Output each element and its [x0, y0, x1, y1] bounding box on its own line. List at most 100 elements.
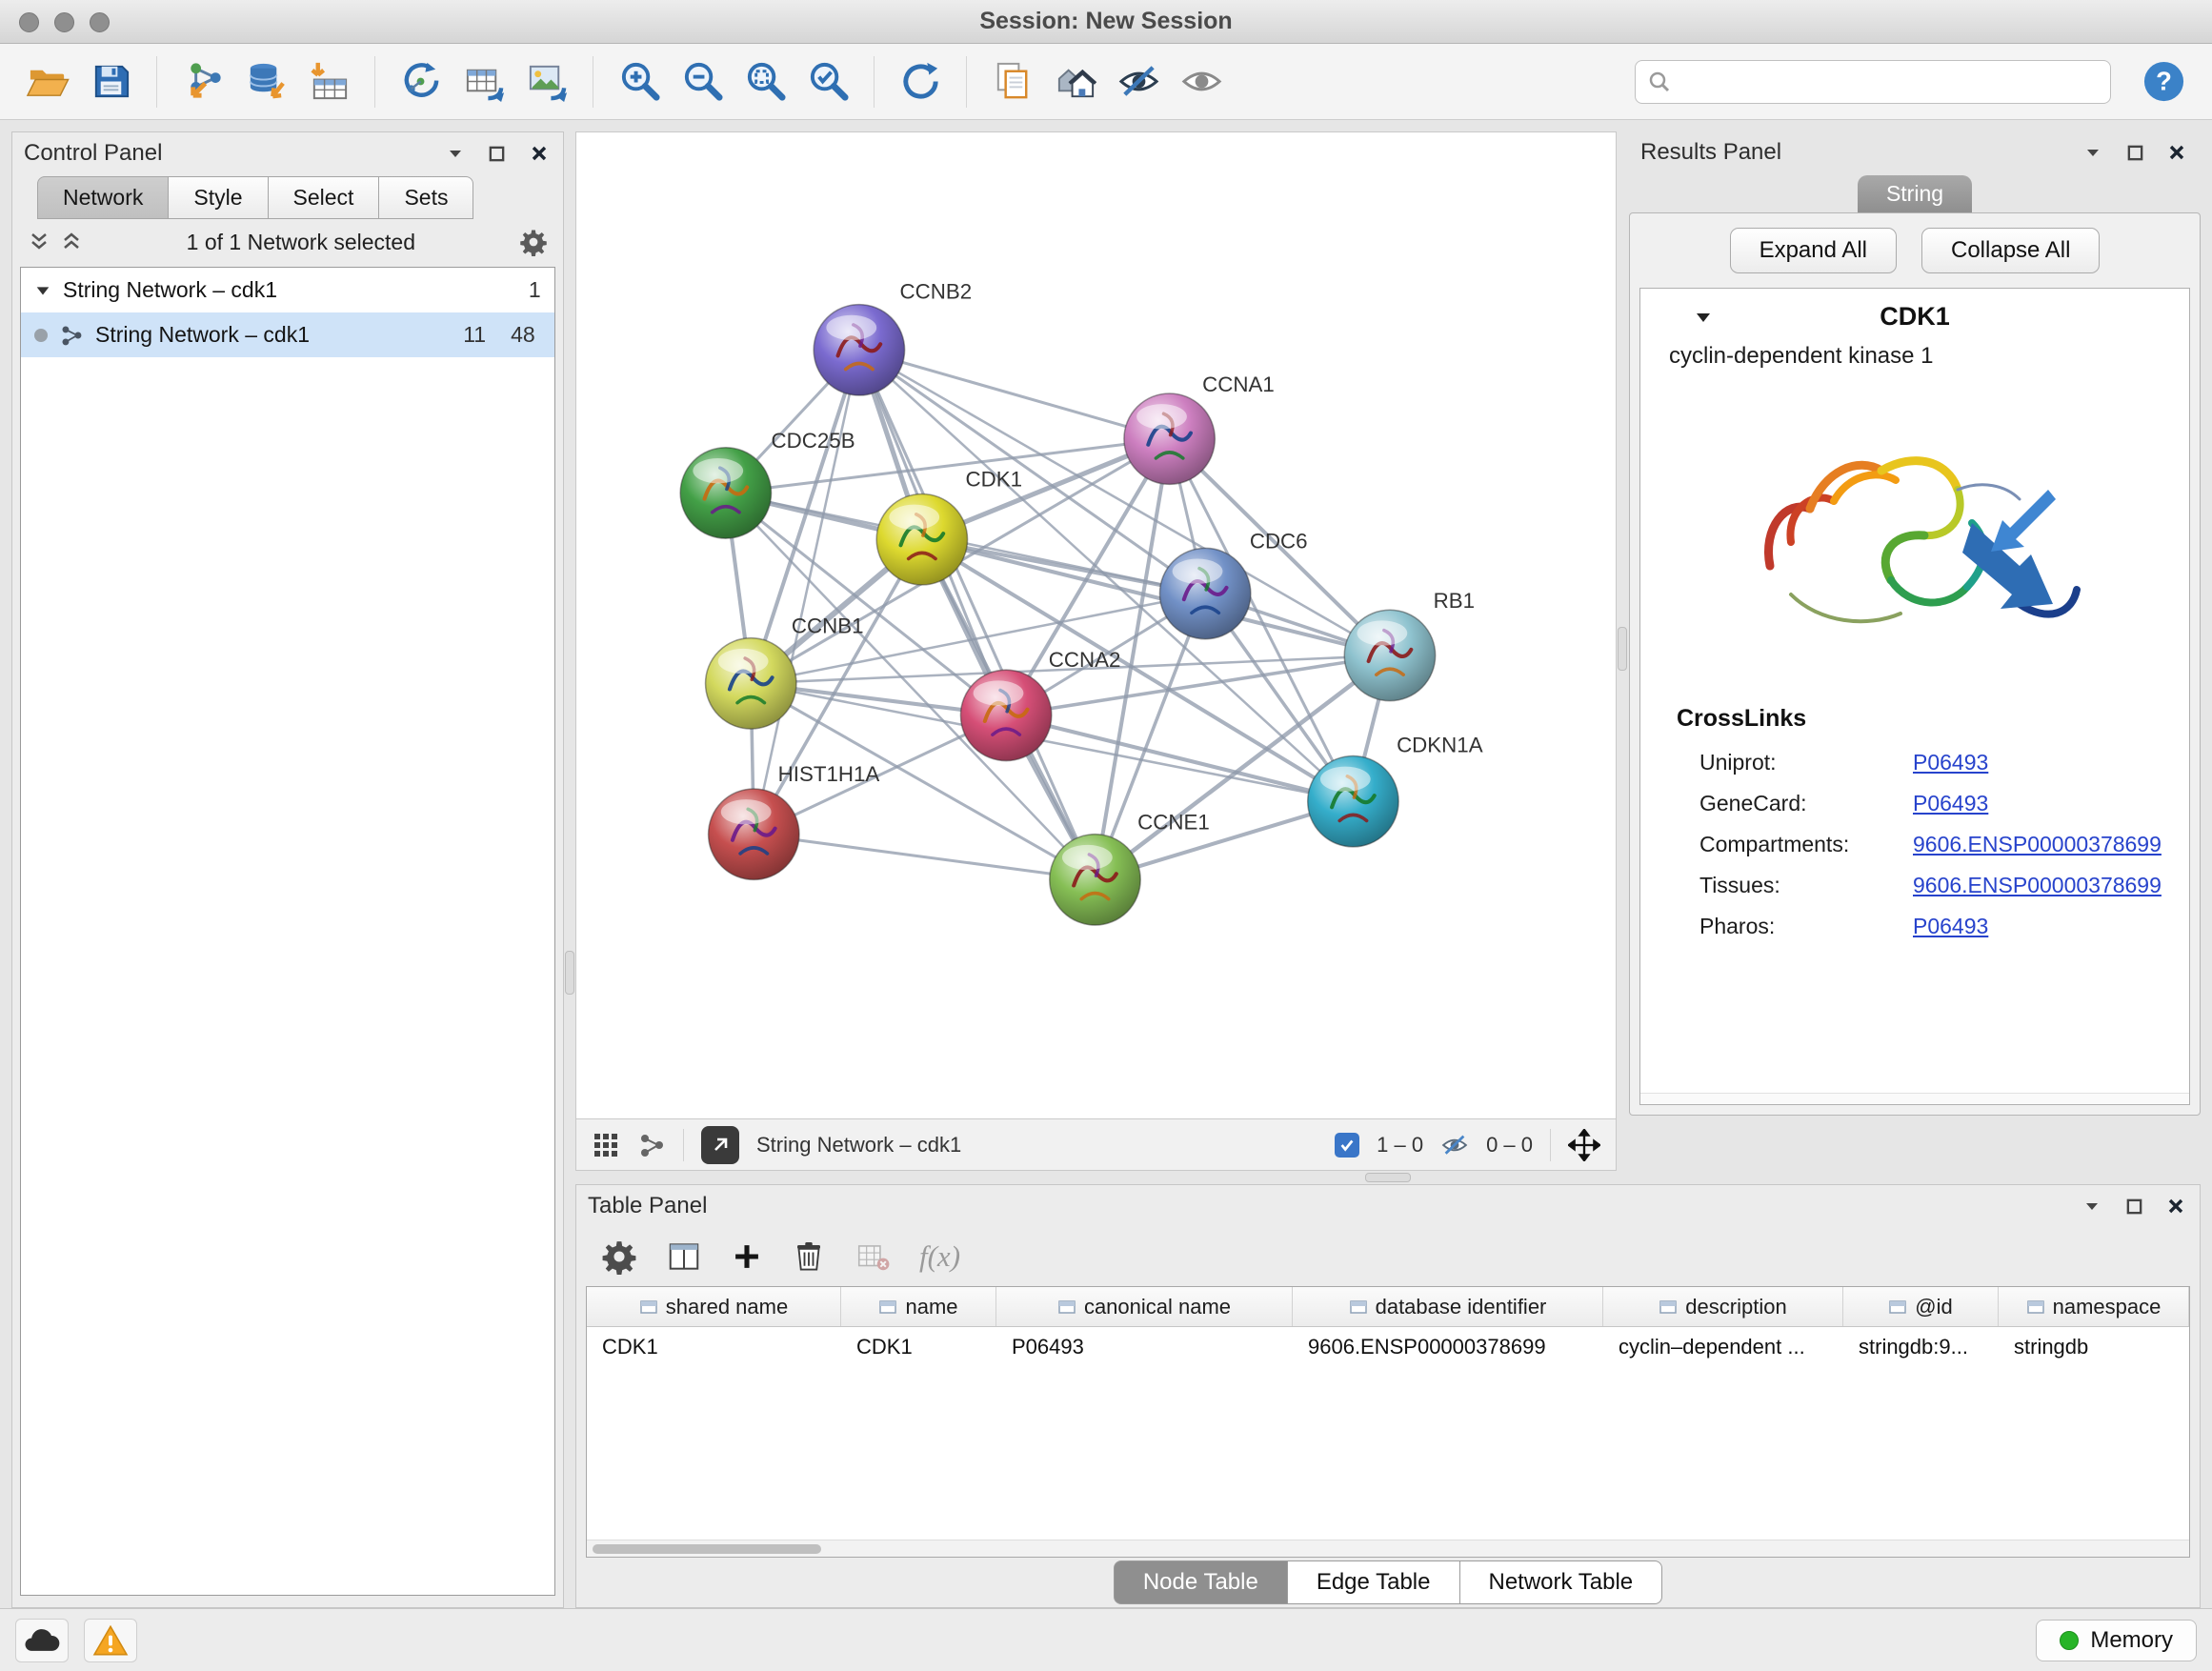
zoom-fit-button[interactable]	[736, 52, 794, 111]
collapse-panel-button[interactable]	[443, 141, 468, 166]
collapse-all-networks-button[interactable]	[28, 231, 50, 253]
node-RB1[interactable]	[1344, 610, 1435, 700]
toggle-enhanced-graphics-button[interactable]	[1110, 52, 1167, 111]
table-horizontal-scrollbar[interactable]	[587, 1540, 2189, 1557]
string-protein-query-button[interactable]	[1047, 52, 1104, 111]
edge-CDK1-RB1[interactable]	[922, 539, 1390, 655]
crosslink-genecard-link[interactable]: P06493	[1913, 791, 2189, 816]
export-table-button[interactable]	[455, 52, 513, 111]
control-panel-splitter[interactable]	[564, 131, 575, 1608]
tab-style[interactable]: Style	[169, 176, 268, 219]
results-panel-splitter[interactable]	[1617, 131, 1629, 1171]
zoom-out-button[interactable]	[674, 52, 731, 111]
column-header-@id[interactable]: @id	[1843, 1287, 1999, 1326]
tab-node-table[interactable]: Node Table	[1114, 1560, 1288, 1604]
crosslink-tissues-link[interactable]: 9606.ENSP00000378699	[1913, 873, 2189, 898]
pan-mode-button[interactable]	[1568, 1129, 1600, 1161]
table-row[interactable]: CDK1CDK1P064939606.ENSP00000378699cyclin…	[587, 1327, 2189, 1367]
import-table-button[interactable]	[300, 52, 357, 111]
table-options-button[interactable]	[601, 1238, 637, 1275]
float-panel-button[interactable]	[2122, 1194, 2146, 1218]
toggle-graphics-details-button[interactable]	[1173, 52, 1230, 111]
import-network-database-button[interactable]	[237, 52, 294, 111]
close-panel-button[interactable]	[527, 141, 552, 166]
export-network-button[interactable]	[392, 52, 450, 111]
tab-network[interactable]: Network	[37, 176, 169, 219]
crosslink-pharos-link[interactable]: P06493	[1913, 914, 2189, 939]
duplicate-document-button[interactable]	[984, 52, 1041, 111]
window-close-button[interactable]	[19, 12, 39, 32]
collapse-panel-button[interactable]	[2080, 1194, 2104, 1218]
node-CDC6[interactable]	[1159, 548, 1250, 638]
zoom-in-button[interactable]	[611, 52, 668, 111]
collapse-panel-button[interactable]	[2081, 140, 2105, 165]
apply-layout-button[interactable]	[892, 52, 949, 111]
node-CDC25B[interactable]	[680, 448, 771, 538]
node-CCNB1[interactable]	[706, 638, 796, 729]
open-session-button[interactable]	[19, 52, 76, 111]
node-CCNA2[interactable]	[960, 670, 1051, 760]
column-header-shared-name[interactable]: shared name	[587, 1287, 841, 1326]
delete-table-button[interactable]	[855, 1238, 891, 1275]
splitter-handle[interactable]	[1618, 627, 1627, 671]
tab-network-table[interactable]: Network Table	[1460, 1560, 1663, 1604]
node-CCNB2[interactable]	[814, 305, 904, 395]
float-panel-button[interactable]	[485, 141, 510, 166]
edge-CCNB2-CCNE1[interactable]	[859, 350, 1096, 879]
window-zoom-button[interactable]	[90, 12, 110, 32]
table-cell[interactable]: CDK1	[841, 1327, 996, 1367]
table-cell[interactable]: P06493	[996, 1327, 1293, 1367]
node-CCNE1[interactable]	[1050, 835, 1140, 925]
results-scrollbar[interactable]	[1640, 1093, 2189, 1104]
table-cell[interactable]: stringdb:9...	[1843, 1327, 1999, 1367]
import-network-file-button[interactable]	[174, 52, 231, 111]
column-header-canonical-name[interactable]: canonical name	[996, 1287, 1293, 1326]
tab-string[interactable]: String	[1858, 175, 1972, 212]
float-panel-button[interactable]	[2122, 140, 2147, 165]
close-panel-button[interactable]	[2164, 140, 2189, 165]
splitter-handle[interactable]	[1365, 1173, 1411, 1182]
section-expander-icon[interactable]	[1694, 308, 1713, 327]
column-header-namespace[interactable]: namespace	[1999, 1287, 2189, 1326]
table-panel-splitter[interactable]	[575, 1171, 2201, 1184]
warnings-button[interactable]	[84, 1619, 137, 1662]
node-CCNA1[interactable]	[1124, 393, 1215, 484]
window-minimize-button[interactable]	[54, 12, 74, 32]
collapse-all-button[interactable]: Collapse All	[1921, 228, 2100, 273]
crosslink-uniprot-link[interactable]: P06493	[1913, 750, 2189, 775]
table-cell[interactable]: CDK1	[587, 1327, 841, 1367]
table-cell[interactable]: stringdb	[1999, 1327, 2189, 1367]
delete-column-button[interactable]	[792, 1239, 826, 1274]
zoom-selected-button[interactable]	[799, 52, 856, 111]
search-input[interactable]	[1635, 60, 2111, 104]
network-collection-row[interactable]: String Network – cdk1 1	[21, 268, 554, 312]
tree-expander-icon[interactable]	[34, 282, 51, 299]
show-columns-button[interactable]	[666, 1238, 702, 1275]
create-column-button[interactable]	[731, 1240, 763, 1273]
node-CDK1[interactable]	[876, 494, 967, 585]
network-canvas[interactable]: CCNB2CCNA1CDC25BCDK1CDC6RB1CCNB1CCNA2CDK…	[575, 131, 1617, 1119]
close-panel-button[interactable]	[2163, 1194, 2188, 1218]
node-CDKN1A[interactable]	[1308, 755, 1398, 846]
selected-elements-checkbox[interactable]	[1335, 1133, 1359, 1158]
network-row[interactable]: String Network – cdk1 11 48	[21, 312, 554, 357]
tab-select[interactable]: Select	[269, 176, 380, 219]
tab-edge-table[interactable]: Edge Table	[1288, 1560, 1460, 1604]
column-header-name[interactable]: name	[841, 1287, 996, 1326]
tab-sets[interactable]: Sets	[379, 176, 473, 219]
export-image-button[interactable]	[518, 52, 575, 111]
function-builder-button[interactable]: f(x)	[919, 1239, 960, 1274]
network-graph[interactable]: CCNB2CCNA1CDC25BCDK1CDC6RB1CCNB1CCNA2CDK…	[576, 132, 1616, 1118]
network-options-button[interactable]	[519, 228, 548, 256]
column-header-description[interactable]: description	[1603, 1287, 1843, 1326]
table-cell[interactable]: 9606.ENSP00000378699	[1293, 1327, 1603, 1367]
network-overview-button[interactable]	[637, 1131, 666, 1159]
table-cell[interactable]: cyclin–dependent ...	[1603, 1327, 1843, 1367]
save-session-button[interactable]	[82, 52, 139, 111]
cloud-status-button[interactable]	[15, 1619, 69, 1662]
crosslink-compartments-link[interactable]: 9606.ENSP00000378699	[1913, 832, 2189, 857]
export-view-button[interactable]	[701, 1126, 739, 1164]
edge-HIST1H1A-CCNE1[interactable]	[754, 835, 1095, 880]
expand-all-button[interactable]: Expand All	[1730, 228, 1897, 273]
edge-CCNB2-CCNA1[interactable]	[859, 350, 1170, 438]
